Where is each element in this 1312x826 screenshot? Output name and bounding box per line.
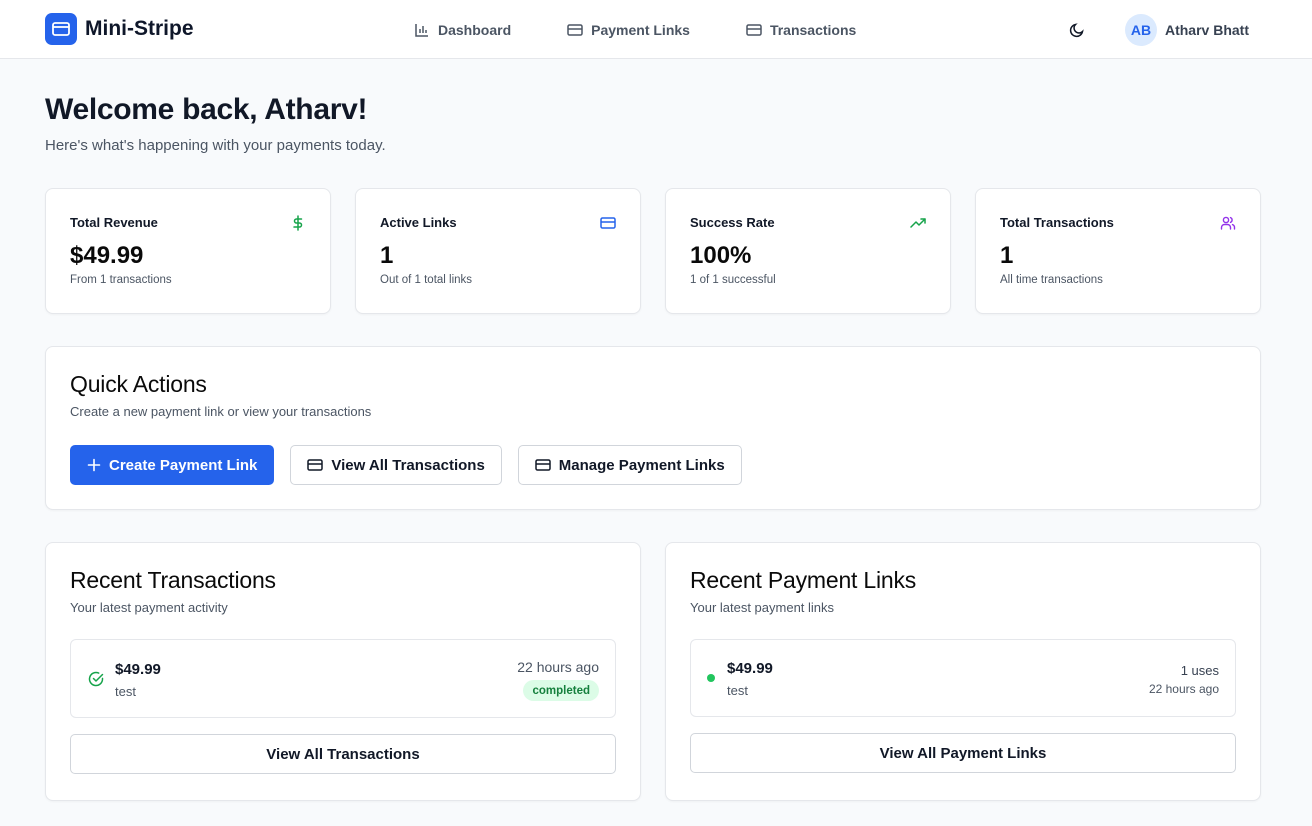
manage-payment-links-label: Manage Payment Links <box>558 456 725 474</box>
transaction-row[interactable]: $49.99 test 22 hours ago completed <box>70 639 616 718</box>
stat-card-total-transactions: Total Transactions 1 All time transactio… <box>975 188 1261 314</box>
nav-transactions-label: Transactions <box>769 21 857 38</box>
create-payment-link-label: Create Payment Link <box>109 456 258 474</box>
users-icon <box>1220 216 1236 230</box>
stat-card-success-rate: Success Rate 100% 1 of 1 successful <box>665 188 951 314</box>
view-all-transactions-button[interactable]: View All Transactions <box>290 445 502 485</box>
recent-payment-links-card: Recent Payment Links Your latest payment… <box>665 542 1261 801</box>
brand[interactable]: Mini-Stripe <box>45 13 194 45</box>
status-badge: completed <box>523 680 599 701</box>
brand-name: Mini-Stripe <box>85 17 194 40</box>
credit-card-icon <box>307 459 324 471</box>
check-circle-icon <box>88 671 104 687</box>
stat-sub: 1 of 1 successful <box>690 274 776 286</box>
trending-up-icon <box>910 218 926 228</box>
top-navbar: Mini-Stripe Dashboard Payment Links Tran… <box>0 0 1312 59</box>
credit-card-icon <box>567 23 583 36</box>
quick-actions-card: Quick Actions Create a new payment link … <box>45 346 1261 510</box>
stat-card-total-revenue: Total Revenue $49.99 From 1 transactions <box>45 188 331 314</box>
stat-label: Success Rate <box>690 215 775 230</box>
stat-sub: Out of 1 total links <box>380 274 473 286</box>
recent-payment-links-subtitle: Your latest payment links <box>690 600 835 615</box>
stat-value: $49.99 <box>70 242 144 269</box>
manage-payment-links-button[interactable]: Manage Payment Links <box>517 445 742 485</box>
main-nav: Dashboard Payment Links Transactions <box>414 0 856 59</box>
stat-label: Total Transactions <box>1000 215 1114 230</box>
payment-link-time: 22 hours ago <box>1148 682 1219 696</box>
transaction-amount: $49.99 <box>115 661 161 678</box>
stats-row: Total Revenue $49.99 From 1 transactions… <box>45 188 1261 314</box>
recent-transactions-card: Recent Transactions Your latest payment … <box>45 542 641 801</box>
view-all-transactions-label: View All Transactions <box>331 456 485 474</box>
credit-card-icon <box>600 217 616 229</box>
nav-dashboard-label: Dashboard <box>438 21 512 38</box>
transaction-time: 22 hours ago <box>517 659 599 675</box>
stat-value: 1 <box>380 242 394 269</box>
quick-actions-subtitle: Create a new payment link or view your t… <box>70 404 372 419</box>
payment-link-description: test <box>727 683 748 698</box>
stat-label: Active Links <box>380 215 457 230</box>
create-payment-link-button[interactable]: Create Payment Link <box>70 445 275 485</box>
quick-actions-title: Quick Actions <box>70 371 207 397</box>
header-right: AB Atharv Bhatt <box>1065 0 1249 59</box>
payment-link-row[interactable]: $49.99 test 1 uses 22 hours ago <box>690 639 1236 717</box>
nav-transactions[interactable]: Transactions <box>746 22 856 38</box>
page-subtitle: Here's what's happening with your paymen… <box>45 137 386 154</box>
recent-panels: Recent Transactions Your latest payment … <box>45 542 1261 801</box>
nav-payment-links[interactable]: Payment Links <box>567 22 690 38</box>
credit-card-icon <box>535 459 551 471</box>
nav-payment-links-label: Payment Links <box>591 21 690 38</box>
plus-icon <box>87 458 101 472</box>
recent-payment-links-title: Recent Payment Links <box>690 567 917 593</box>
dashboard-main: Welcome back, Atharv! Here's what's happ… <box>0 93 1312 801</box>
active-status-dot <box>707 674 715 682</box>
stat-label: Total Revenue <box>70 215 158 230</box>
bar-chart-icon <box>415 23 428 37</box>
stat-card-active-links: Active Links 1 Out of 1 total links <box>355 188 641 314</box>
view-all-payment-links-button[interactable]: View All Payment Links <box>690 733 1236 773</box>
page-title: Welcome back, Atharv! <box>45 93 368 126</box>
theme-toggle-button[interactable] <box>1065 18 1089 42</box>
credit-card-icon <box>746 23 762 36</box>
recent-transactions-title: Recent Transactions <box>70 567 276 593</box>
nav-dashboard[interactable]: Dashboard <box>414 22 511 38</box>
avatar[interactable]: AB <box>1124 13 1157 46</box>
transaction-description: test <box>115 684 136 699</box>
view-all-transactions-wide-button[interactable]: View All Transactions <box>70 734 616 774</box>
dollar-icon <box>293 215 303 231</box>
quick-actions-buttons: Create Payment Link View All Transaction… <box>70 445 1236 485</box>
stat-sub: All time transactions <box>1000 274 1103 286</box>
recent-transactions-subtitle: Your latest payment activity <box>70 600 228 615</box>
brand-logo-icon <box>45 13 77 45</box>
stat-value: 100% <box>690 242 752 269</box>
payment-link-uses: 1 uses <box>1180 663 1219 678</box>
stat-sub: From 1 transactions <box>70 274 172 286</box>
payment-link-amount: $49.99 <box>727 660 773 677</box>
moon-icon <box>1069 22 1084 37</box>
stat-value: 1 <box>1000 242 1014 269</box>
user-name[interactable]: Atharv Bhatt <box>1165 22 1249 38</box>
